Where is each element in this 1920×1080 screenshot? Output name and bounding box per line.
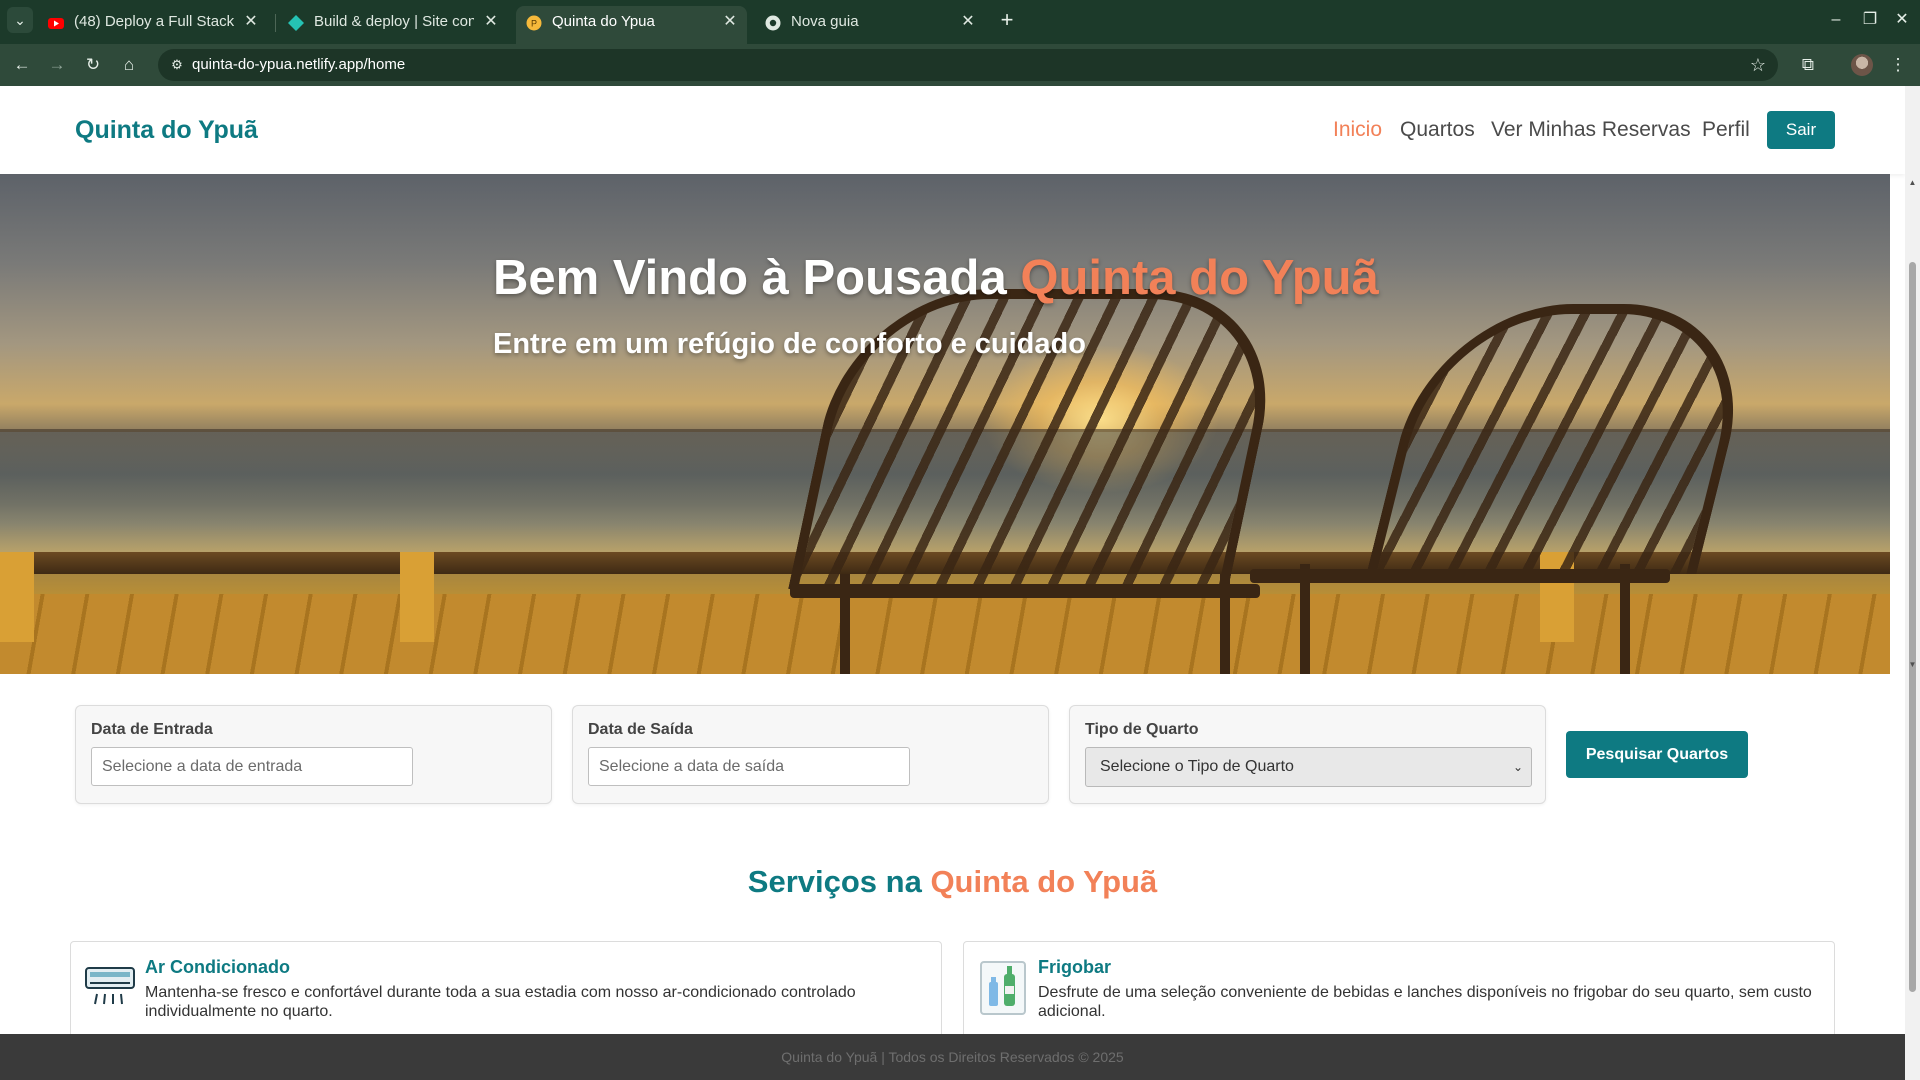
- extensions-icon[interactable]: ⧉: [1794, 51, 1822, 79]
- scrollbar-thumb[interactable]: [1909, 262, 1916, 992]
- reload-icon[interactable]: ↻: [79, 51, 107, 79]
- browser-tab-youtube[interactable]: (48) Deploy a Full Stack S ✕: [38, 6, 268, 38]
- close-tab-icon[interactable]: ✕: [959, 6, 977, 38]
- services-title-accent: Quinta do Ypuã: [930, 864, 1158, 899]
- netlify-icon: [288, 15, 304, 31]
- room-type-label: Tipo de Quarto: [1085, 721, 1199, 738]
- checkin-label: Data de Entrada: [91, 721, 213, 738]
- forward-icon[interactable]: →: [43, 51, 71, 79]
- hero-title-accent: Quinta do Ypuã: [1020, 251, 1379, 305]
- youtube-icon: [48, 18, 64, 29]
- back-icon[interactable]: ←: [8, 51, 36, 79]
- hero-title-prefix: Bem Vindo à Pousada: [493, 251, 1021, 305]
- services-title: Serviços na Quinta do Ypuã: [0, 864, 1905, 900]
- service-description: Desfrute de uma seleção conveniente de b…: [1038, 984, 1812, 1020]
- close-tab-icon[interactable]: ✕: [482, 6, 500, 38]
- bookmark-star-icon[interactable]: ☆: [1750, 49, 1766, 81]
- nav-link-inicio[interactable]: Inicio: [1333, 118, 1382, 142]
- logout-button[interactable]: Sair: [1767, 111, 1835, 149]
- room-type-selected: Selecione o Tipo de Quarto: [1100, 758, 1294, 775]
- browser-tab-new[interactable]: Nova guia ✕: [755, 6, 985, 38]
- room-type-card: Tipo de Quarto Selecione o Tipo de Quart…: [1069, 705, 1546, 804]
- scroll-up-icon[interactable]: ▲: [1905, 176, 1920, 190]
- tab-title: Nova guia: [791, 13, 859, 30]
- tab-title: Quinta do Ypua: [552, 13, 655, 30]
- close-window-icon[interactable]: ✕: [1888, 8, 1916, 32]
- site-header: Quinta do Ypuã Inicio Quartos Ver Minhas…: [0, 86, 1905, 174]
- new-tab-button[interactable]: +: [995, 6, 1019, 34]
- close-tab-icon[interactable]: ✕: [721, 6, 739, 38]
- service-description: Mantenha-se fresco e confortável durante…: [145, 984, 856, 1020]
- deck-chair-right: [1366, 304, 1764, 574]
- minibar-icon: [980, 961, 1026, 1015]
- nav-link-quartos[interactable]: Quartos: [1400, 118, 1475, 142]
- site-info-icon[interactable]: ⚙: [168, 56, 186, 74]
- hero-title: Bem Vindo à Pousada Quinta do Ypuã: [493, 250, 1379, 306]
- browser-toolbar: ← → ↻ ⌂ ⚙ quinta-do-ypua.netlify.app/hom…: [0, 44, 1920, 86]
- checkout-card: Data de Saída Selecione a data de saída: [572, 705, 1049, 804]
- browser-tab-netlify[interactable]: Build & deploy | Site conf ✕: [278, 6, 508, 38]
- browser-tab-quinta-do-ypua[interactable]: P Quinta do Ypua ✕: [516, 6, 747, 44]
- profile-avatar[interactable]: [1851, 54, 1873, 76]
- tab-title: Build & deploy | Site conf: [314, 13, 474, 30]
- home-icon[interactable]: ⌂: [115, 51, 143, 79]
- browser-tab-bar: ⌄ (48) Deploy a Full Stack S ✕ Build & d…: [0, 0, 1920, 44]
- menu-kebab-icon[interactable]: ⋮: [1884, 51, 1912, 79]
- nav-link-reservas[interactable]: Ver Minhas Reservas: [1491, 118, 1691, 142]
- search-rooms-button[interactable]: Pesquisar Quartos: [1566, 731, 1748, 778]
- hero-subtitle: Entre em um refúgio de conforto e cuidad…: [493, 328, 1086, 360]
- page-scrollbar[interactable]: ▲ ▼: [1905, 86, 1920, 1080]
- hero-banner: Bem Vindo à Pousada Quinta do Ypuã Entre…: [0, 174, 1890, 674]
- site-favicon: P: [526, 15, 542, 31]
- tab-title: (48) Deploy a Full Stack S: [74, 13, 234, 30]
- nav-link-perfil[interactable]: Perfil: [1702, 118, 1750, 142]
- url-text[interactable]: quinta-do-ypua.netlify.app/home: [192, 49, 405, 81]
- checkout-label: Data de Saída: [588, 721, 693, 738]
- close-tab-icon[interactable]: ✕: [242, 6, 260, 38]
- minimize-icon[interactable]: –: [1822, 8, 1850, 32]
- tab-search-button[interactable]: ⌄: [7, 7, 33, 33]
- room-type-select[interactable]: Selecione o Tipo de Quarto ⌄: [1085, 747, 1532, 787]
- brand-logo[interactable]: Quinta do Ypuã: [75, 116, 258, 145]
- site-footer: Quinta do Ypuã | Todos os Direitos Reser…: [0, 1034, 1905, 1080]
- services-title-prefix: Serviços na: [747, 864, 931, 899]
- air-conditioner-icon: [85, 967, 135, 1005]
- checkin-card: Data de Entrada Selecione a data de entr…: [75, 705, 552, 804]
- service-name: Ar Condicionado: [145, 957, 290, 977]
- svg-text:P: P: [531, 19, 537, 29]
- address-bar[interactable]: ⚙ quinta-do-ypua.netlify.app/home ☆: [158, 49, 1778, 81]
- scroll-down-icon[interactable]: ▼: [1905, 658, 1920, 672]
- page-viewport: Quinta do Ypuã Inicio Quartos Ver Minhas…: [0, 86, 1905, 1080]
- checkout-date-input[interactable]: Selecione a data de saída: [588, 747, 910, 786]
- chrome-icon: [765, 15, 781, 31]
- restore-icon[interactable]: ❐: [1856, 8, 1884, 32]
- chevron-down-icon: ⌄: [1512, 760, 1523, 774]
- checkin-date-input[interactable]: Selecione a data de entrada: [91, 747, 413, 786]
- service-name: Frigobar: [1038, 957, 1112, 977]
